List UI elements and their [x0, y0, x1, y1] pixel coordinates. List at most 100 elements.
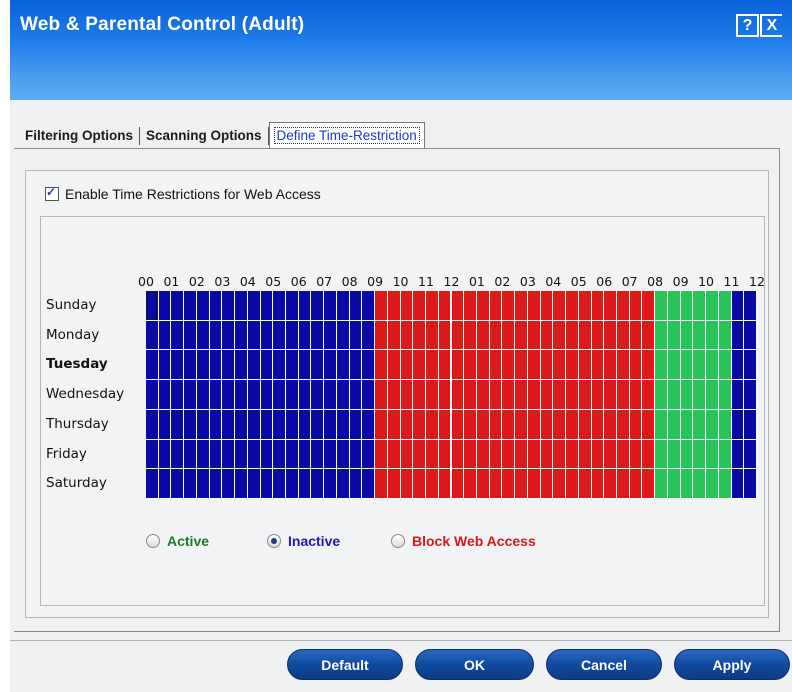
- schedule-cell[interactable]: [527, 469, 540, 498]
- schedule-cell[interactable]: [489, 439, 502, 469]
- schedule-cell[interactable]: [209, 469, 222, 498]
- schedule-cell[interactable]: [591, 350, 604, 380]
- schedule-cell[interactable]: [476, 320, 489, 350]
- schedule-cell[interactable]: [298, 350, 311, 380]
- schedule-cell[interactable]: [298, 439, 311, 469]
- schedule-cell[interactable]: [438, 320, 451, 350]
- schedule-cell[interactable]: [731, 350, 744, 380]
- schedule-cell[interactable]: [642, 439, 655, 469]
- schedule-cell[interactable]: [235, 409, 247, 439]
- schedule-cell[interactable]: [553, 320, 566, 350]
- schedule-cell[interactable]: [362, 320, 375, 350]
- schedule-cell[interactable]: [604, 469, 616, 498]
- schedule-cell[interactable]: [502, 291, 515, 320]
- schedule-cell[interactable]: [413, 320, 426, 350]
- schedule-cell[interactable]: [629, 469, 642, 498]
- schedule-cell[interactable]: [464, 291, 476, 320]
- schedule-cell[interactable]: [146, 409, 158, 439]
- schedule-cell[interactable]: [464, 409, 476, 439]
- schedule-cell[interactable]: [349, 320, 362, 350]
- schedule-cell[interactable]: [578, 409, 591, 439]
- schedule-cell[interactable]: [387, 469, 400, 498]
- schedule-cell[interactable]: [222, 380, 235, 409]
- schedule-cell[interactable]: [375, 469, 387, 498]
- schedule-cell[interactable]: [171, 380, 184, 409]
- schedule-cell[interactable]: [655, 350, 667, 380]
- schedule-cell[interactable]: [578, 320, 591, 350]
- schedule-cell[interactable]: [515, 291, 527, 320]
- schedule-cell[interactable]: [680, 291, 693, 320]
- schedule-cell[interactable]: [642, 350, 655, 380]
- schedule-cell[interactable]: [196, 380, 209, 409]
- schedule-cell[interactable]: [515, 350, 527, 380]
- schedule-cell[interactable]: [553, 439, 566, 469]
- schedule-cell[interactable]: [286, 350, 298, 380]
- schedule-cell[interactable]: [515, 380, 527, 409]
- schedule-cell[interactable]: [680, 320, 693, 350]
- schedule-cell[interactable]: [375, 350, 387, 380]
- schedule-cell[interactable]: [426, 380, 438, 409]
- schedule-cell[interactable]: [235, 350, 247, 380]
- schedule-cell[interactable]: [451, 409, 464, 439]
- schedule-cell[interactable]: [591, 469, 604, 498]
- schedule-cell[interactable]: [413, 291, 426, 320]
- schedule-cell[interactable]: [604, 320, 616, 350]
- schedule-cell[interactable]: [629, 439, 642, 469]
- schedule-cell[interactable]: [731, 380, 744, 409]
- schedule-cell[interactable]: [349, 469, 362, 498]
- schedule-cell[interactable]: [324, 409, 336, 439]
- schedule-cell[interactable]: [642, 380, 655, 409]
- schedule-cell[interactable]: [196, 409, 209, 439]
- schedule-cell[interactable]: [146, 350, 158, 380]
- schedule-cell[interactable]: [527, 291, 540, 320]
- schedule-cell[interactable]: [324, 350, 336, 380]
- schedule-cell[interactable]: [362, 350, 375, 380]
- schedule-cell[interactable]: [527, 439, 540, 469]
- schedule-cell[interactable]: [349, 409, 362, 439]
- schedule-cell[interactable]: [667, 380, 680, 409]
- schedule-cell[interactable]: [616, 380, 629, 409]
- schedule-cell[interactable]: [476, 439, 489, 469]
- schedule-cell[interactable]: [336, 409, 349, 439]
- schedule-cell[interactable]: [311, 380, 324, 409]
- legend-inactive[interactable]: Inactive: [267, 533, 340, 549]
- schedule-cell[interactable]: [718, 320, 731, 350]
- active-radio[interactable]: [146, 534, 160, 548]
- tab-filtering-options[interactable]: Filtering Options: [19, 124, 139, 148]
- schedule-cell[interactable]: [476, 350, 489, 380]
- schedule-cell[interactable]: [336, 380, 349, 409]
- schedule-cell[interactable]: [604, 350, 616, 380]
- schedule-cell[interactable]: [362, 469, 375, 498]
- schedule-cell[interactable]: [311, 469, 324, 498]
- schedule-cell[interactable]: [146, 469, 158, 498]
- schedule-cell[interactable]: [591, 320, 604, 350]
- schedule-cell[interactable]: [476, 291, 489, 320]
- cancel-button[interactable]: Cancel: [546, 649, 662, 680]
- schedule-cell[interactable]: [311, 439, 324, 469]
- schedule-cell[interactable]: [324, 320, 336, 350]
- help-button[interactable]: ?: [736, 14, 759, 37]
- schedule-cell[interactable]: [375, 320, 387, 350]
- schedule-cell[interactable]: [616, 469, 629, 498]
- schedule-cell[interactable]: [413, 439, 426, 469]
- schedule-cell[interactable]: [667, 469, 680, 498]
- schedule-cell[interactable]: [324, 439, 336, 469]
- schedule-cell[interactable]: [260, 291, 273, 320]
- schedule-cell[interactable]: [718, 439, 731, 469]
- schedule-cell[interactable]: [693, 469, 706, 498]
- schedule-cell[interactable]: [324, 380, 336, 409]
- schedule-cell[interactable]: [222, 469, 235, 498]
- schedule-cell[interactable]: [413, 409, 426, 439]
- schedule-cell[interactable]: [591, 439, 604, 469]
- schedule-cell[interactable]: [553, 350, 566, 380]
- schedule-cell[interactable]: [616, 409, 629, 439]
- schedule-cell[interactable]: [451, 291, 464, 320]
- schedule-cell[interactable]: [464, 320, 476, 350]
- schedule-cell[interactable]: [196, 320, 209, 350]
- close-button[interactable]: X: [760, 14, 782, 37]
- schedule-cell[interactable]: [222, 350, 235, 380]
- schedule-cell[interactable]: [260, 320, 273, 350]
- schedule-cell[interactable]: [400, 291, 413, 320]
- schedule-cell[interactable]: [451, 439, 464, 469]
- schedule-cell[interactable]: [527, 350, 540, 380]
